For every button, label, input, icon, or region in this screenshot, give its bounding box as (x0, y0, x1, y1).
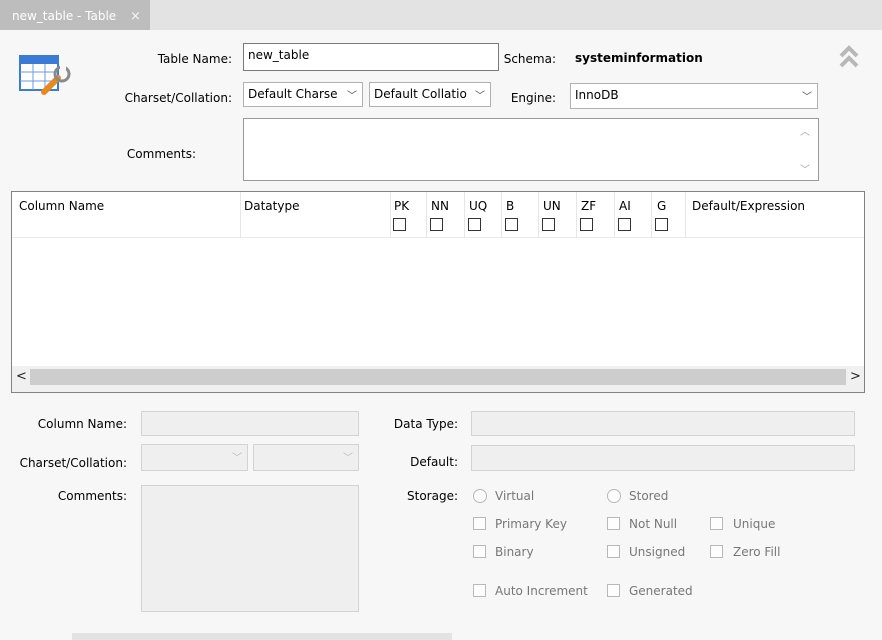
column-name-input[interactable] (141, 411, 359, 436)
nn-header-checkbox[interactable] (430, 218, 443, 231)
column-name-label: Column Name: (37, 417, 127, 431)
header-datatype[interactable]: Datatype (244, 199, 299, 213)
table-name-label: Table Name: (157, 52, 232, 66)
table-editor-icon (19, 55, 71, 95)
header-divider (614, 192, 615, 238)
engine-label: Engine: (510, 91, 556, 105)
uq-header-checkbox[interactable] (468, 218, 481, 231)
header-column-name[interactable]: Column Name (19, 199, 104, 213)
binary-checkbox[interactable] (473, 545, 486, 558)
header-ai[interactable]: AI (619, 199, 631, 213)
default-label: Default: (410, 455, 458, 469)
collation-select[interactable]: Default Collatio ﹀ (369, 82, 491, 107)
collation-value: Default Collatio (374, 87, 467, 101)
scroll-right-icon[interactable]: > (850, 369, 861, 384)
scroll-left-icon[interactable]: < (16, 369, 27, 384)
auto-increment-checkbox[interactable] (473, 584, 486, 597)
virtual-option-label: Virtual (495, 489, 535, 503)
header-un[interactable]: UN (543, 199, 561, 213)
schema-value: systeminformation (575, 51, 703, 65)
header-zf[interactable]: ZF (581, 199, 596, 213)
engine-value: InnoDB (575, 88, 619, 102)
comments-label: Comments: (126, 147, 196, 161)
header-divider (538, 192, 539, 238)
header-nn[interactable]: NN (431, 199, 449, 213)
chevron-down-icon: ﹀ (347, 91, 357, 102)
column-charset-select[interactable]: ﹀ (141, 444, 248, 471)
tab-columns[interactable] (0, 633, 70, 640)
data-type-input[interactable] (471, 411, 855, 436)
g-header-checkbox[interactable] (655, 218, 668, 231)
scroll-up-icon[interactable]: ︿ (800, 123, 810, 138)
charset-value: Default Charse (248, 87, 338, 101)
zf-header-checkbox[interactable] (580, 218, 593, 231)
horizontal-scrollbar[interactable]: < > (12, 366, 864, 392)
primary-key-label: Primary Key (495, 517, 567, 531)
virtual-radio[interactable] (473, 489, 487, 503)
not-null-checkbox[interactable] (607, 517, 620, 530)
ai-header-checkbox[interactable] (618, 218, 631, 231)
zero-fill-checkbox[interactable] (710, 545, 723, 558)
scrollbar-thumb[interactable] (30, 369, 846, 385)
table-editor-panel: Table Name: new_table Schema: systeminfo… (0, 30, 882, 640)
header-divider (426, 192, 427, 238)
editor-bottom-tabs (0, 633, 882, 640)
table-name-input[interactable]: new_table (243, 43, 499, 71)
column-comments-textarea[interactable] (141, 485, 359, 612)
header-divider (651, 192, 652, 238)
schema-label: Schema: (503, 52, 556, 66)
column-comments-label: Comments: (57, 489, 127, 503)
zero-fill-label: Zero Fill (733, 545, 781, 559)
close-icon[interactable]: × (130, 9, 141, 24)
unsigned-checkbox[interactable] (607, 545, 620, 558)
header-b[interactable]: B (506, 199, 514, 213)
charset-select[interactable]: Default Charse ﹀ (243, 82, 363, 107)
b-header-checkbox[interactable] (505, 218, 518, 231)
unsigned-label: Unsigned (629, 545, 686, 559)
unique-label: Unique (733, 517, 776, 531)
chevron-down-icon: ﹀ (802, 92, 812, 103)
stored-option-label: Stored (629, 489, 669, 503)
header-divider (685, 192, 686, 238)
storage-label: Storage: (407, 489, 458, 503)
pk-header-checkbox[interactable] (393, 218, 406, 231)
column-collation-select[interactable]: ﹀ (253, 444, 359, 471)
primary-key-checkbox[interactable] (473, 517, 486, 530)
header-pk[interactable]: PK (394, 199, 409, 213)
default-input[interactable] (471, 445, 855, 471)
chevron-down-icon: ﹀ (232, 453, 242, 464)
header-divider (464, 192, 465, 238)
table-comments-textarea[interactable]: ︿ ﹀ (243, 118, 819, 181)
columns-grid[interactable]: Column Name Datatype PK NN UQ B UN ZF AI… (11, 191, 865, 393)
engine-select[interactable]: InnoDB ﹀ (570, 83, 818, 109)
header-divider (576, 192, 577, 238)
header-default-expression[interactable]: Default/Expression (692, 199, 805, 213)
header-divider (390, 192, 391, 238)
generated-label: Generated (629, 584, 693, 598)
chevron-down-icon: ﹀ (343, 453, 353, 464)
header-divider (501, 192, 502, 238)
unique-checkbox[interactable] (710, 517, 723, 530)
tab-strip-rest[interactable] (72, 633, 452, 640)
charset-collation-label: Charset/Collation: (124, 91, 232, 105)
stored-radio[interactable] (607, 489, 621, 503)
column-charset-label: Charset/Collation: (19, 456, 127, 470)
binary-label: Binary (495, 545, 534, 559)
double-chevron-up-icon[interactable] (838, 44, 860, 70)
chevron-down-icon: ﹀ (475, 91, 485, 102)
header-g[interactable]: G (657, 199, 666, 213)
document-tab-bar: new_table - Table × (0, 0, 882, 30)
auto-increment-label: Auto Increment (495, 584, 588, 598)
un-header-checkbox[interactable] (542, 218, 555, 231)
header-uq[interactable]: UQ (469, 199, 487, 213)
not-null-label: Not Null (629, 517, 678, 531)
table-name-value: new_table (248, 48, 310, 62)
header-divider (240, 192, 241, 238)
scroll-down-icon[interactable]: ﹀ (800, 161, 810, 176)
document-tab-title: new_table - Table (12, 9, 117, 23)
data-type-label: Data Type: (393, 417, 458, 431)
document-tab[interactable]: new_table - Table × (0, 0, 150, 30)
columns-grid-header: Column Name Datatype PK NN UQ B UN ZF AI… (12, 192, 864, 238)
generated-checkbox[interactable] (607, 584, 620, 597)
